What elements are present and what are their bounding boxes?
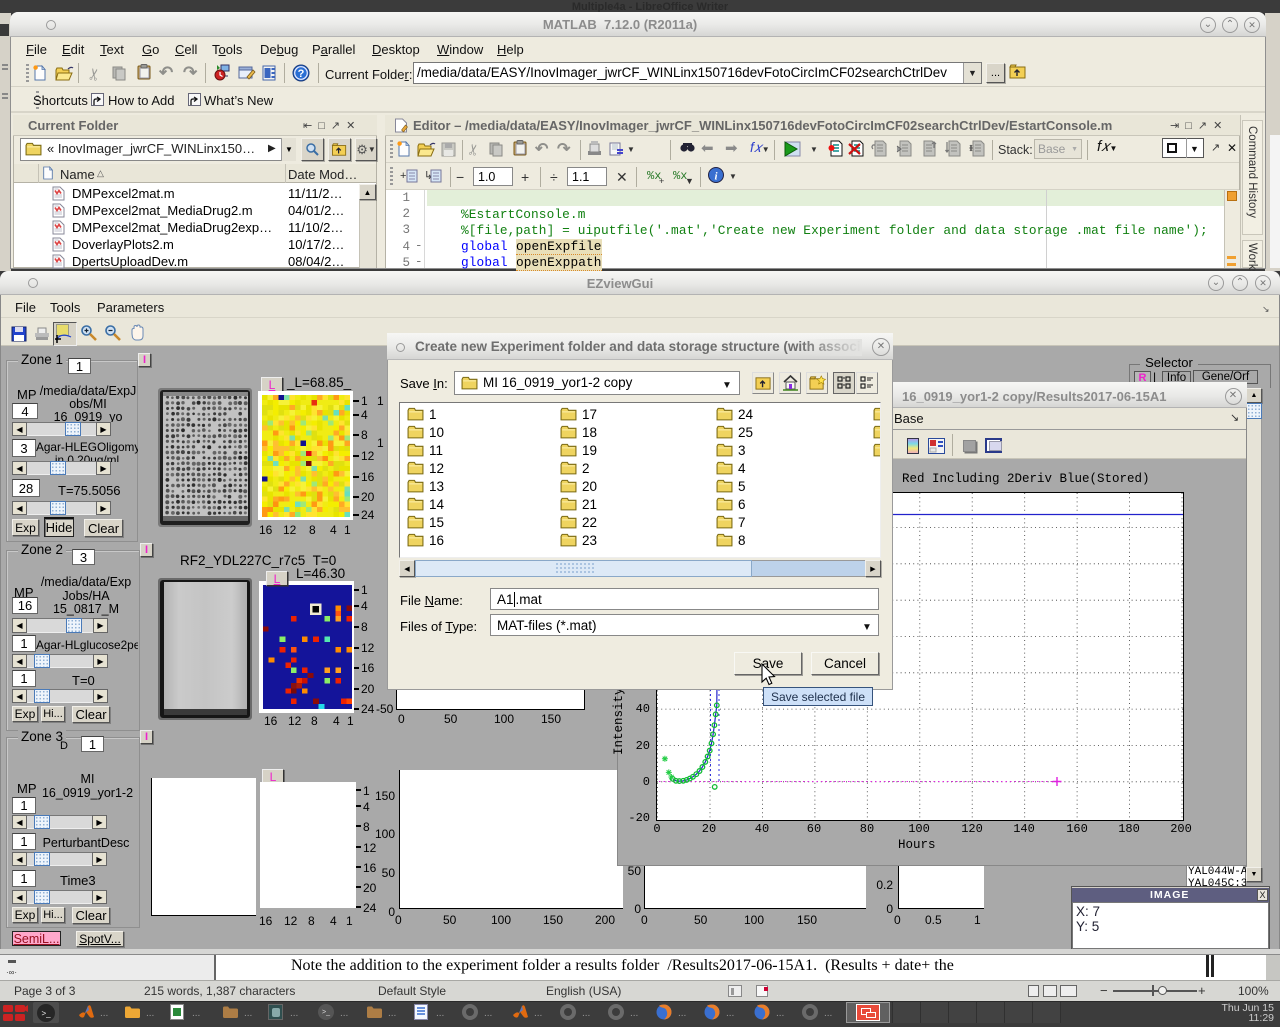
svg-text:+: +	[659, 176, 664, 185]
svg-text:▼: ▼	[685, 176, 694, 185]
svg-text:?: ?	[298, 68, 305, 80]
